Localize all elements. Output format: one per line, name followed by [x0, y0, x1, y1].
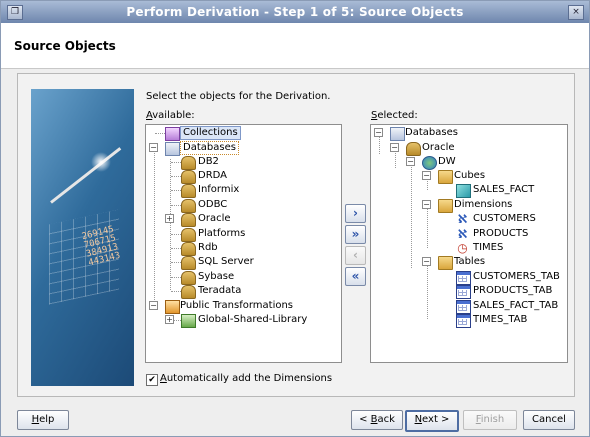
- database-icon: [181, 213, 196, 227]
- collapse-icon[interactable]: −: [149, 143, 158, 152]
- expand-icon[interactable]: +: [165, 214, 174, 223]
- close-icon[interactable]: ×: [568, 5, 584, 20]
- move-selected-button[interactable]: ›: [345, 204, 366, 223]
- collapse-icon[interactable]: −: [406, 157, 415, 166]
- selected-label: Selected:: [371, 110, 418, 121]
- header-panel: Source Objects: [1, 23, 589, 69]
- database-icon: [181, 256, 196, 270]
- table-icon: [456, 271, 471, 285]
- collections-icon: [165, 127, 180, 141]
- selected-tree[interactable]: − Databases − Oracle − DW − Cubes SALES_…: [370, 124, 568, 363]
- module-icon: [422, 156, 437, 170]
- database-icon: [406, 142, 421, 156]
- dimension-icon: ℵ: [457, 212, 468, 226]
- database-icon: [181, 242, 196, 256]
- database-icon: [181, 199, 196, 213]
- dialog-window: ❐ Perform Derivation - Step 1 of 5: Sour…: [0, 0, 590, 437]
- database-icon: [181, 271, 196, 285]
- back-button[interactable]: < Back: [351, 410, 403, 430]
- database-icon: [181, 170, 196, 184]
- folder-icon: [438, 170, 453, 184]
- time-dimension-icon: ◷: [457, 241, 468, 255]
- title-bar[interactable]: ❐ Perform Derivation - Step 1 of 5: Sour…: [1, 1, 589, 23]
- database-icon: [181, 184, 196, 198]
- cancel-button[interactable]: Cancel: [523, 410, 575, 430]
- public-transformations-icon: [165, 300, 180, 314]
- table-icon: [456, 285, 471, 299]
- move-all-button[interactable]: »: [345, 225, 366, 244]
- dimension-icon: ℵ: [457, 227, 468, 241]
- table-icon: [456, 300, 471, 314]
- folder-icon: [438, 256, 453, 270]
- library-icon: [181, 314, 196, 328]
- finish-button[interactable]: Finish: [463, 410, 517, 430]
- collapse-icon[interactable]: −: [374, 128, 383, 137]
- wizard-illustration: 269145 706715 384913 443143: [31, 89, 134, 386]
- collapse-icon[interactable]: −: [422, 171, 431, 180]
- available-tree[interactable]: Collections − Databases DB2 DRDA Informi…: [145, 124, 342, 363]
- remove-selected-button[interactable]: ‹: [345, 246, 366, 265]
- page-title: Source Objects: [14, 39, 116, 53]
- cube-icon: [456, 184, 471, 198]
- intro-text: Select the objects for the Derivation.: [146, 91, 331, 102]
- collapse-icon[interactable]: −: [149, 301, 158, 310]
- databases-icon: [390, 127, 405, 141]
- next-button[interactable]: Next >: [405, 410, 459, 432]
- database-icon: [181, 285, 196, 299]
- collapse-icon[interactable]: −: [422, 200, 431, 209]
- collapse-icon[interactable]: −: [422, 257, 431, 266]
- auto-add-dimensions-label[interactable]: Automatically add the Dimensions: [160, 373, 332, 384]
- remove-all-button[interactable]: «: [345, 267, 366, 286]
- expand-icon[interactable]: +: [165, 315, 174, 324]
- databases-icon: [165, 142, 180, 156]
- window-title: Perform Derivation - Step 1 of 5: Source…: [126, 5, 464, 19]
- folder-icon: [438, 199, 453, 213]
- database-icon: [181, 156, 196, 170]
- auto-add-dimensions-checkbox[interactable]: ✔: [146, 374, 158, 386]
- collapse-icon[interactable]: −: [390, 143, 399, 152]
- help-button[interactable]: Help: [17, 410, 69, 430]
- table-icon: [456, 314, 471, 328]
- database-icon: [181, 228, 196, 242]
- available-label: Available:: [146, 110, 195, 121]
